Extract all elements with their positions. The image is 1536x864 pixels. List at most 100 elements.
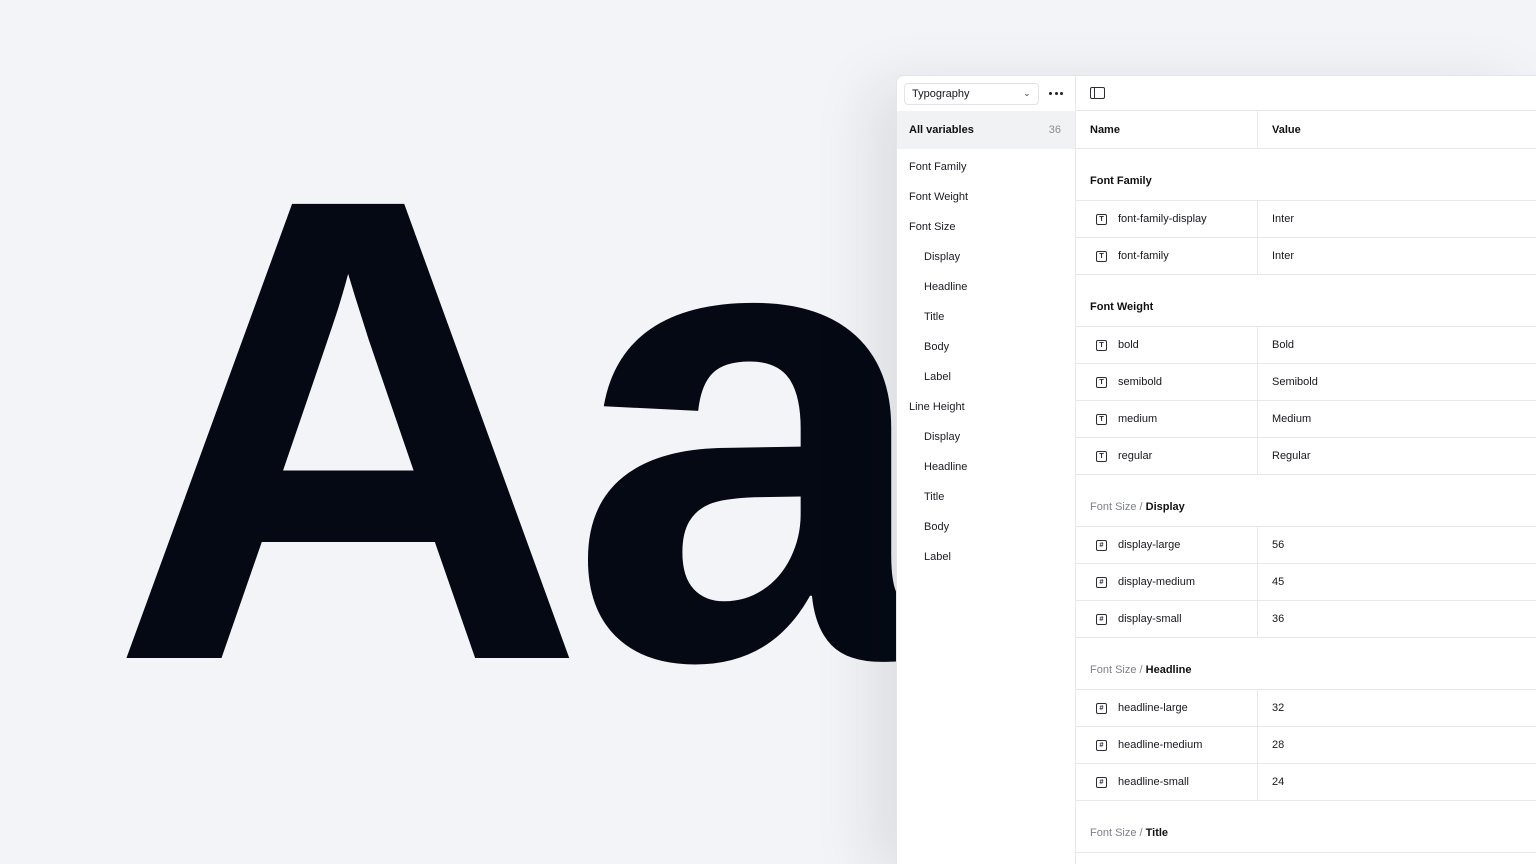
section-path-separator: / xyxy=(1136,664,1146,676)
variable-row[interactable]: # headline-medium 28 xyxy=(1076,727,1536,764)
more-options-button[interactable] xyxy=(1045,83,1068,105)
variable-value-cell[interactable]: Inter xyxy=(1258,201,1536,237)
variable-name-cell[interactable]: Tsemibold xyxy=(1076,364,1258,400)
text-type-icon: T xyxy=(1096,450,1107,462)
number-type-icon: # xyxy=(1096,539,1107,551)
variable-row[interactable]: # display-small 36 xyxy=(1076,601,1536,638)
number-type-icon: # xyxy=(1096,739,1107,751)
type-specimen-glyphs: Aa xyxy=(110,61,936,798)
sidebar-group-item[interactable]: Display xyxy=(897,242,1075,272)
all-variables-item[interactable]: All variables 36 xyxy=(897,111,1075,149)
sidebar-group-item[interactable]: Headline xyxy=(897,272,1075,302)
variable-value-cell[interactable]: 36 xyxy=(1258,601,1536,637)
variable-name: font-family xyxy=(1118,250,1169,262)
variable-row[interactable]: Tfont-family-display Inter xyxy=(1076,201,1536,238)
table-header: Name Value xyxy=(1076,111,1536,149)
variable-name: headline-small xyxy=(1118,776,1189,788)
sidebar-group-item[interactable]: Font Family xyxy=(897,152,1075,182)
sidebar-group-item[interactable]: Body xyxy=(897,332,1075,362)
sidebar-group-item[interactable]: Display xyxy=(897,422,1075,452)
variable-value-cell[interactable]: 28 xyxy=(1258,727,1536,763)
sidebar-group-item[interactable]: Title xyxy=(897,302,1075,332)
variable-value-cell[interactable]: Inter xyxy=(1258,238,1536,274)
variable-value-cell[interactable]: 45 xyxy=(1258,564,1536,600)
sidebar-group-item[interactable]: Label xyxy=(897,362,1075,392)
variable-row[interactable]: # display-large 56 xyxy=(1076,527,1536,564)
chevron-down-icon: ⌄ xyxy=(1023,88,1031,98)
all-variables-label: All variables xyxy=(909,124,974,136)
number-type-icon: # xyxy=(1096,576,1107,588)
sidebar-group-item[interactable]: Body xyxy=(897,512,1075,542)
variable-name: display-medium xyxy=(1118,576,1196,588)
section-parent-label: Font Size xyxy=(1090,501,1137,513)
text-type-icon: T xyxy=(1096,413,1107,425)
variable-row[interactable]: Tfont-family Inter xyxy=(1076,238,1536,275)
variable-row[interactable]: Tbold Bold xyxy=(1076,327,1536,364)
variable-name-cell[interactable]: # headline-large xyxy=(1076,690,1258,726)
variable-row[interactable]: # display-medium 45 xyxy=(1076,564,1536,601)
table-body: Font Family Tfont-family-display Inter Tfon… xyxy=(1076,149,1536,853)
variables-panel: Typography ⌄ All variables 36 Font Famil… xyxy=(896,75,1536,864)
variable-row[interactable]: # headline-small 24 xyxy=(1076,764,1536,801)
variable-value-cell[interactable]: Medium xyxy=(1258,401,1536,437)
sidebar-toggle-icon[interactable] xyxy=(1090,87,1105,99)
section-title: Title xyxy=(1145,827,1169,839)
variable-row[interactable]: Tmedium Medium xyxy=(1076,401,1536,438)
section-header: Font Size / Title xyxy=(1076,801,1536,853)
section-header: Font Size / Headline xyxy=(1076,638,1536,690)
sidebar-group-item[interactable]: Font Weight xyxy=(897,182,1075,212)
section-header: Font Weight xyxy=(1076,275,1536,327)
text-type-icon: T xyxy=(1096,339,1107,351)
column-header-name: Name xyxy=(1076,111,1258,148)
section-parent-label: Font Size xyxy=(1090,827,1137,839)
variable-name: semibold xyxy=(1118,376,1163,388)
variable-name-cell[interactable]: # headline-medium xyxy=(1076,727,1258,763)
more-dot-icon xyxy=(1049,92,1053,95)
sidebar-group-item[interactable]: Line Height xyxy=(897,392,1075,422)
section-title: Headline xyxy=(1145,664,1192,676)
variable-name: headline-large xyxy=(1118,702,1188,714)
section-header: Font Family xyxy=(1076,149,1536,201)
variable-name-cell[interactable]: Tbold xyxy=(1076,327,1258,363)
variable-value-cell[interactable]: 24 xyxy=(1258,764,1536,800)
more-dot-icon xyxy=(1060,92,1064,95)
text-type-icon: T xyxy=(1096,250,1107,262)
variable-name: medium xyxy=(1118,413,1158,425)
section-title: Font Weight xyxy=(1090,301,1154,313)
variable-name-cell[interactable]: Tmedium xyxy=(1076,401,1258,437)
variable-name-cell[interactable]: # headline-small xyxy=(1076,764,1258,800)
section-title: Font Family xyxy=(1090,175,1152,187)
more-dot-icon xyxy=(1054,92,1058,95)
variables-sidebar: Typography ⌄ All variables 36 Font Famil… xyxy=(897,76,1076,864)
variable-name: headline-medium xyxy=(1118,739,1203,751)
variable-name: font-family-display xyxy=(1118,213,1207,225)
variable-value-cell[interactable]: 32 xyxy=(1258,690,1536,726)
variable-row[interactable]: # headline-large 32 xyxy=(1076,690,1536,727)
variable-value-cell[interactable]: Bold xyxy=(1258,327,1536,363)
variable-name-cell[interactable]: Tregular xyxy=(1076,438,1258,474)
variable-value-cell[interactable]: Regular xyxy=(1258,438,1536,474)
sidebar-group-item[interactable]: Font Size xyxy=(897,212,1075,242)
variable-row[interactable]: Tregular Regular xyxy=(1076,438,1536,475)
sidebar-group-item[interactable]: Label xyxy=(897,542,1075,572)
variable-value-cell[interactable]: 56 xyxy=(1258,527,1536,563)
variable-row[interactable]: Tsemibold Semibold xyxy=(1076,364,1536,401)
variable-name: bold xyxy=(1118,339,1139,351)
collection-select-label: Typography xyxy=(912,87,970,100)
variable-name-cell[interactable]: # display-medium xyxy=(1076,564,1258,600)
section-path-separator: / xyxy=(1136,827,1146,839)
variable-name-cell[interactable]: # display-large xyxy=(1076,527,1258,563)
sidebar-group-item[interactable]: Headline xyxy=(897,452,1075,482)
variable-name-cell[interactable]: # display-small xyxy=(1076,601,1258,637)
collection-select[interactable]: Typography ⌄ xyxy=(904,82,1039,105)
text-type-icon: T xyxy=(1096,376,1107,388)
variable-value-cell[interactable]: Semibold xyxy=(1258,364,1536,400)
section-path-separator: / xyxy=(1136,501,1146,513)
number-type-icon: # xyxy=(1096,702,1107,714)
variable-name-cell[interactable]: Tfont-family xyxy=(1076,238,1258,274)
variable-name: display-large xyxy=(1118,539,1181,551)
table-toolbar xyxy=(1076,76,1536,111)
sidebar-group-item[interactable]: Title xyxy=(897,482,1075,512)
variable-name-cell[interactable]: Tfont-family-display xyxy=(1076,201,1258,237)
all-variables-count: 36 xyxy=(1048,124,1061,136)
